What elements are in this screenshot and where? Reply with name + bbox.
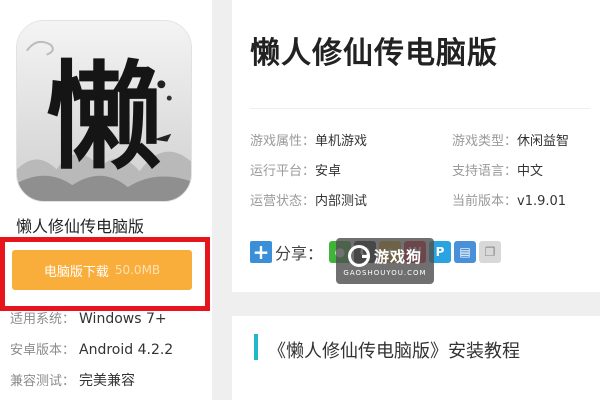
print-icon[interactable]: ▤ bbox=[454, 241, 477, 263]
info-label: 支持语言： bbox=[452, 164, 518, 179]
section-title: 《懒人修仙传电脑版》安装教程 bbox=[268, 341, 520, 362]
watermark-name: 游戏狗 bbox=[373, 247, 422, 266]
spec-label: 安卓版本： bbox=[10, 343, 76, 358]
copy-icon[interactable]: ❐ bbox=[479, 241, 502, 263]
info-value: 内部测试 bbox=[315, 194, 368, 209]
spec-value: Android 4.2.2 bbox=[79, 342, 174, 358]
icon-glyph: 懒 bbox=[46, 47, 163, 185]
info-language: 支持语言：中文 bbox=[452, 160, 543, 179]
info-value: 单机游戏 bbox=[315, 134, 368, 149]
watermark-domain: GAOSHOUYOU.COM bbox=[343, 269, 427, 277]
calligraphy-icon: 懒 bbox=[17, 21, 191, 201]
spec-system: 适用系统： Windows 7+ bbox=[10, 308, 167, 327]
site-watermark: 游戏狗 GAOSHOUYOU.COM bbox=[336, 238, 434, 284]
spec-label: 适用系统： bbox=[10, 312, 76, 327]
info-value: 中文 bbox=[517, 164, 544, 179]
divider bbox=[250, 108, 590, 109]
info-label: 游戏属性： bbox=[250, 134, 316, 149]
share-label: 分享： bbox=[275, 244, 324, 263]
info-label: 运行平台： bbox=[250, 164, 316, 179]
info-value: 休闲益智 bbox=[517, 134, 570, 149]
info-game-attribute: 游戏属性：单机游戏 bbox=[250, 130, 367, 149]
spec-value: Windows 7+ bbox=[79, 311, 167, 327]
app-name: 懒人修仙传电脑版 bbox=[16, 217, 145, 236]
spec-label: 兼容测试： bbox=[10, 374, 76, 389]
info-platform: 运行平台：安卓 bbox=[250, 160, 341, 179]
info-label: 游戏类型： bbox=[452, 134, 518, 149]
spec-compat: 兼容测试： 完美兼容 bbox=[10, 370, 135, 390]
section-accent-bar bbox=[254, 334, 258, 360]
info-game-type: 游戏类型：休闲益智 bbox=[452, 130, 569, 149]
app-icon[interactable]: 懒 bbox=[16, 20, 192, 202]
info-status: 运营状态：内部测试 bbox=[250, 190, 367, 209]
info-value: 安卓 bbox=[315, 164, 342, 179]
spec-android: 安卓版本： Android 4.2.2 bbox=[10, 339, 173, 358]
info-label: 运营状态： bbox=[250, 194, 316, 209]
download-label: 电脑版下载 bbox=[43, 264, 109, 280]
info-value: v1.9.01 bbox=[517, 194, 567, 209]
info-version: 当前版本：v1.9.01 bbox=[452, 190, 566, 209]
info-label: 当前版本： bbox=[452, 194, 518, 209]
page-title: 懒人修仙传电脑版 bbox=[250, 36, 498, 71]
share-plus-icon[interactable]: + bbox=[250, 241, 272, 263]
pc-download-button[interactable]: 电脑版下载 50.0MB bbox=[12, 250, 192, 290]
spec-value: 完美兼容 bbox=[79, 373, 136, 389]
download-size: 50.0MB bbox=[114, 263, 161, 277]
watermark-logo-icon bbox=[347, 245, 370, 267]
